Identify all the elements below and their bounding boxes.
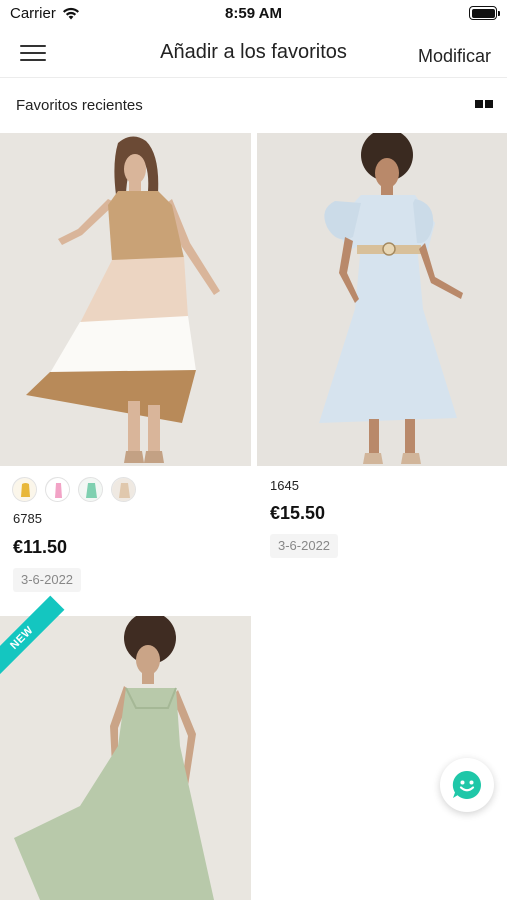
section-header: Favoritos recientes	[0, 80, 507, 130]
chat-smile-icon	[452, 770, 481, 799]
navigation-bar: Añadir a los favoritos Modificar	[0, 28, 507, 78]
favorited-date: 3-6-2022	[270, 534, 339, 558]
product-code: 1645	[270, 478, 299, 493]
section-title: Favoritos recientes	[16, 97, 143, 114]
clock: 8:59 AM	[225, 5, 282, 22]
product-code: 6785	[13, 511, 42, 526]
product-price: €15.50	[270, 503, 326, 523]
product-card[interactable]: NEW	[0, 595, 251, 900]
product-image[interactable]	[0, 616, 251, 900]
product-image[interactable]	[257, 133, 507, 466]
swatch-color-2[interactable]	[45, 477, 70, 502]
product-image[interactable]	[0, 133, 251, 466]
product-price: €11.50	[13, 537, 68, 557]
grid-view-icon[interactable]	[475, 100, 493, 108]
hamburger-menu-icon[interactable]	[20, 43, 46, 63]
color-swatches	[12, 477, 136, 502]
battery-icon	[469, 6, 500, 20]
swatch-color-4[interactable]	[111, 477, 136, 502]
edit-button[interactable]: Modificar	[418, 46, 491, 67]
favorited-date: 3-6-2022	[13, 568, 82, 592]
product-card[interactable]: 1645 €15.50 3-6-2022	[257, 133, 507, 603]
chat-button[interactable]	[440, 758, 494, 812]
product-card[interactable]: 6785 €11.50 3-6-2022	[0, 133, 251, 603]
swatch-color-1[interactable]	[12, 477, 37, 502]
status-bar: Carrier 8:59 AM	[0, 0, 507, 28]
swatch-color-3[interactable]	[78, 477, 103, 502]
